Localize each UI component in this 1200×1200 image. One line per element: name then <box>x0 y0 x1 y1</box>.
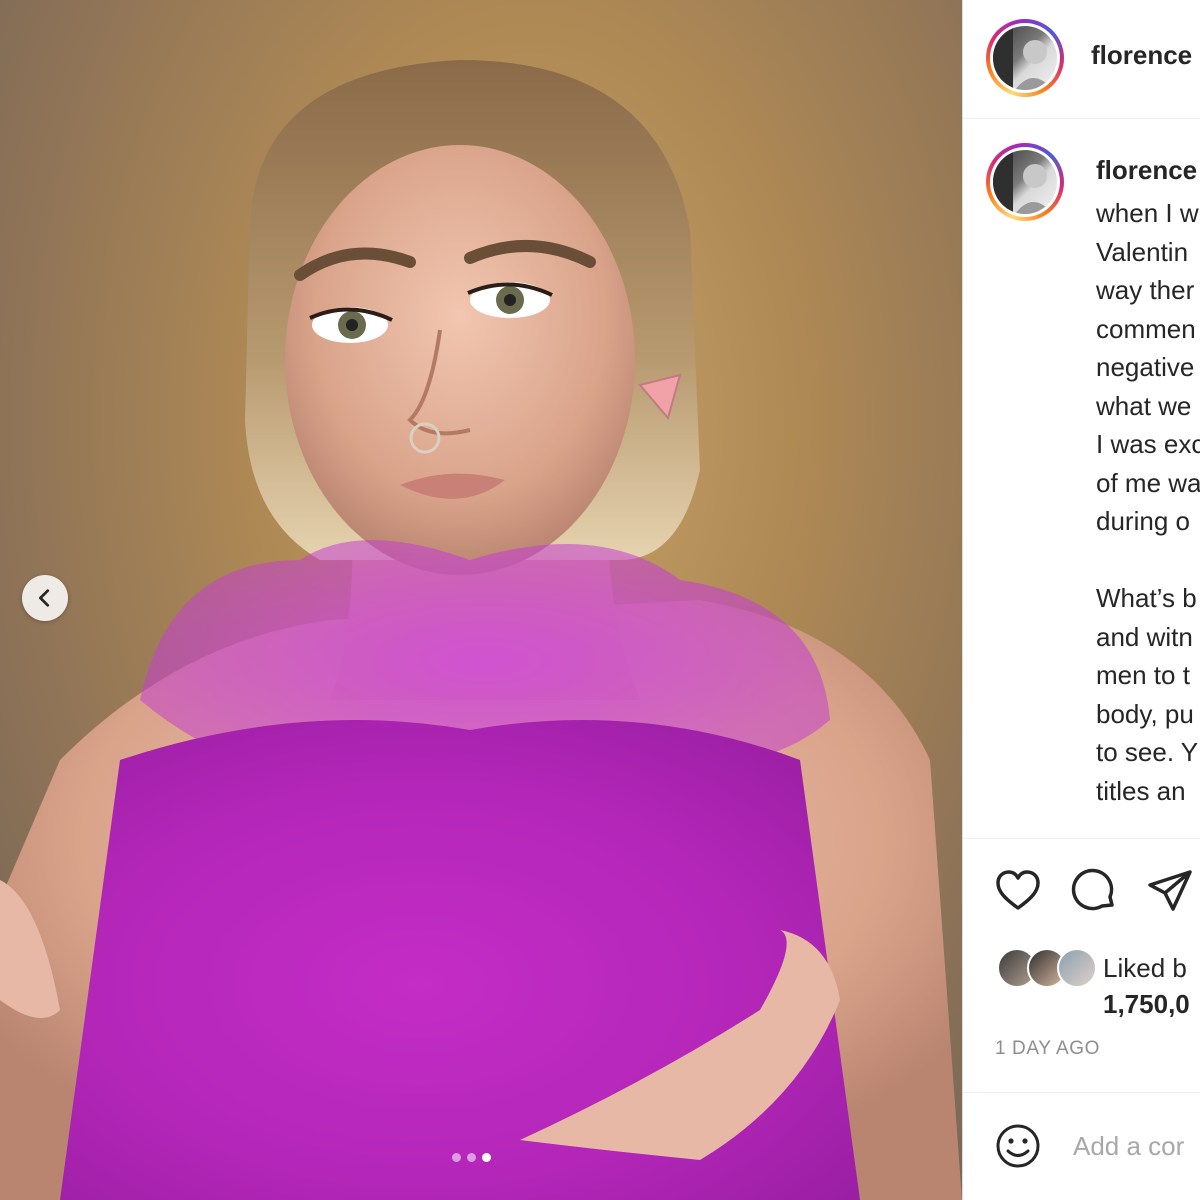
caption-username[interactable]: florence <box>1096 155 1197 186</box>
liked-by-avatars[interactable] <box>997 948 1107 992</box>
caption-line: men to t <box>1096 660 1190 690</box>
header-divider <box>963 118 1200 119</box>
caption-line: way ther <box>1096 275 1195 305</box>
post-media[interactable] <box>0 0 962 1200</box>
heart-icon <box>996 870 1040 910</box>
caption-line: What’s b <box>1096 583 1197 613</box>
share-button[interactable] <box>1145 866 1195 916</box>
comment-button[interactable] <box>1069 866 1119 916</box>
caption-line: what we <box>1096 390 1192 421</box>
caption-paragraph-break <box>1096 541 1200 580</box>
comment-input[interactable] <box>1073 1124 1200 1168</box>
post-timestamp[interactable]: 1 DAY AGO <box>995 1038 1100 1060</box>
emoji-button[interactable] <box>993 1121 1043 1171</box>
carousel-dot <box>467 1153 476 1162</box>
liked-by-label: Liked b <box>1103 953 1187 983</box>
actions-divider <box>963 838 1200 839</box>
caption-line: commen <box>1096 313 1196 344</box>
header-avatar[interactable] <box>986 19 1064 97</box>
header-username[interactable]: florence <box>1091 40 1192 71</box>
avatar-image <box>993 150 1057 214</box>
liked-by-text[interactable]: Liked b 1,750,0 <box>1103 950 1190 1022</box>
caption-line: when I w <box>1096 198 1199 228</box>
caption-line: titles an <box>1096 775 1186 806</box>
carousel-dot-active <box>482 1153 491 1162</box>
post-sidebar: florence florence when I w Valentin way … <box>963 0 1200 1200</box>
liker-avatar <box>1057 948 1097 988</box>
caption-line: of me wa <box>1096 467 1200 498</box>
caption-line: and witn <box>1096 621 1193 652</box>
comment-divider <box>963 1092 1200 1093</box>
chevron-left-icon <box>39 589 50 607</box>
caption-line: I was exc <box>1096 429 1200 459</box>
carousel-dot <box>452 1153 461 1162</box>
avatar-image <box>993 26 1057 90</box>
face <box>285 145 635 575</box>
post-actions <box>993 866 1195 916</box>
previous-slide-button[interactable] <box>22 575 68 621</box>
carousel-indicator <box>452 1153 491 1162</box>
caption-line: during o <box>1096 506 1190 536</box>
caption-line: Valentin <box>1096 236 1189 267</box>
caption-line: to see. Y <box>1096 737 1199 767</box>
paper-plane-icon <box>1148 870 1192 911</box>
caption-line: body, pu <box>1096 698 1194 729</box>
caption-avatar[interactable] <box>986 143 1064 221</box>
caption-line: negative <box>1096 352 1195 382</box>
caption-text: when I w Valentin way ther commen negati… <box>1096 194 1200 810</box>
comment-icon <box>1071 868 1114 911</box>
like-button[interactable] <box>993 866 1043 916</box>
emoji-icon <box>996 1124 1040 1168</box>
portrait-photo <box>0 60 962 1200</box>
likes-count[interactable]: 1,750,0 <box>1103 986 1190 1022</box>
